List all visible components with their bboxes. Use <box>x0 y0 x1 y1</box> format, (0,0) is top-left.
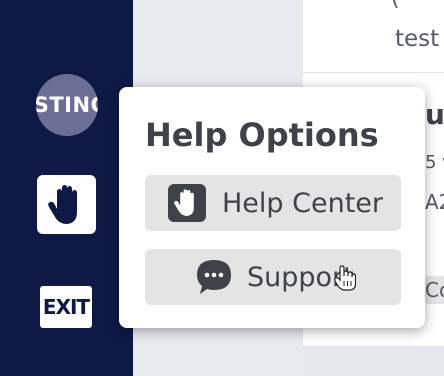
card-button-label: Co <box>425 278 444 302</box>
raised-hand-icon <box>47 184 77 224</box>
card-divider <box>303 72 444 73</box>
chat-bubble-icon <box>197 260 231 294</box>
popover-title: Help Options <box>145 116 379 154</box>
exit-label: EXIT <box>42 295 90 319</box>
help-button[interactable] <box>37 175 96 234</box>
card-text-1: ( <box>391 0 400 11</box>
support-button[interactable]: Support <box>145 249 401 305</box>
sidebar: STING EXIT <box>0 0 133 376</box>
card-text-4: 5 v <box>425 152 444 173</box>
exit-button[interactable]: EXIT <box>40 286 92 328</box>
card-text-5: A2 <box>425 190 444 214</box>
avatar-text: STING <box>36 93 98 117</box>
hand-cursor-icon <box>334 265 356 291</box>
raised-hand-icon <box>174 189 194 216</box>
avatar[interactable]: STING <box>36 74 98 136</box>
help-center-icon-tile <box>168 184 206 222</box>
help-options-popover: Help Options Help Center Support <box>119 87 425 328</box>
help-center-button[interactable]: Help Center <box>145 175 401 231</box>
help-center-label: Help Center <box>222 187 384 219</box>
card-button[interactable]: Co <box>425 276 444 304</box>
card-text-2: test <box>395 26 440 52</box>
card-text-3: u <box>425 98 444 131</box>
